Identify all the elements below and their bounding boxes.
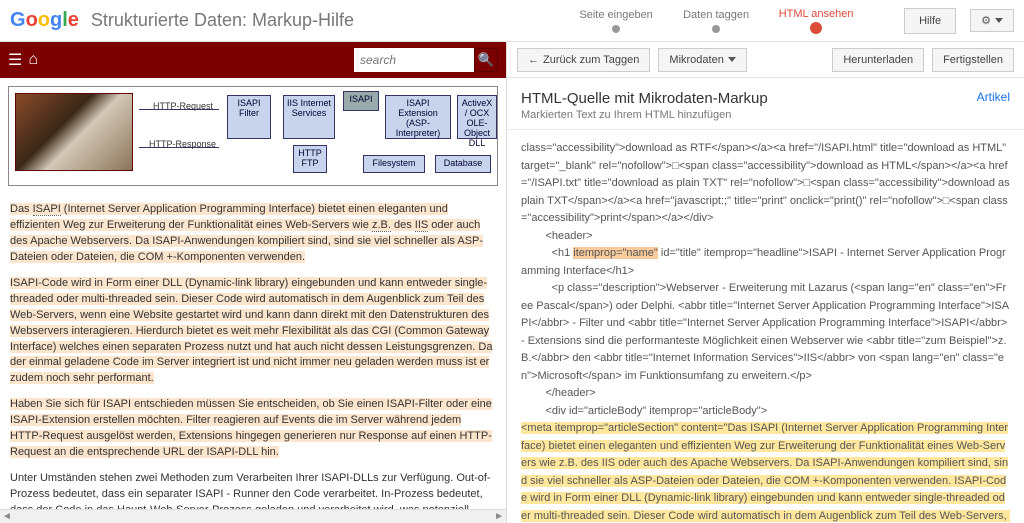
diagram-area: HTTP-Request HTTP-Response ISAPI Filter … [0, 78, 506, 194]
output-toolbar: ←Zurück zum Taggen Mikrodaten Herunterla… [507, 42, 1024, 78]
menu-icon[interactable]: ☰ [8, 50, 22, 70]
arrow-left-icon: ← [528, 54, 539, 66]
stepper: Seite eingeben Daten taggen HTML ansehen [566, 8, 866, 34]
box-isapi-ext: ISAPI Extension (ASP-Interpreter) [385, 95, 451, 139]
html-output-panel: ←Zurück zum Taggen Mikrodaten Herunterla… [506, 42, 1024, 523]
settings-button[interactable]: ⚙ [970, 9, 1014, 32]
home-icon[interactable]: ⌂ [28, 51, 38, 69]
preview-panel: ☰ ⌂ 🔍 HTTP-Request HTTP-Response ISAPI F… [0, 42, 506, 523]
output-title: HTML-Quelle mit Mikrodaten-Markup [521, 90, 768, 107]
download-button[interactable]: Herunterladen [832, 48, 924, 72]
chevron-down-icon [995, 18, 1003, 23]
box-filesystem: Filesystem [363, 155, 425, 173]
horizontal-scrollbar[interactable]: ◄ ► [0, 509, 506, 523]
google-logo: Google [10, 9, 79, 32]
highlighted-text[interactable]: Das ISAPI (Internet Server Application P… [10, 203, 483, 263]
gear-icon: ⚙ [981, 14, 991, 27]
output-header: HTML-Quelle mit Mikrodaten-Markup Markie… [507, 78, 1024, 130]
hero-image [15, 93, 133, 171]
step-1: Seite eingeben [566, 9, 666, 33]
microdata-dropdown[interactable]: Mikrodaten [658, 48, 746, 72]
step-2: Daten taggen [666, 9, 766, 33]
search-input[interactable] [354, 48, 474, 72]
highlighted-text-2[interactable]: ISAPI-Code wird in Form einer DLL (Dynam… [10, 277, 492, 385]
output-subtitle: Markierten Text zu Ihrem HTML hinzufügen [521, 109, 768, 121]
article-section-highlight: <meta itemprop="articleSection" content=… [521, 422, 1010, 523]
box-isapi: ISAPI [343, 91, 379, 111]
top-bar: Google Strukturierte Daten: Markup-Hilfe… [0, 0, 1024, 42]
box-activex: ActiveX / OCX OLE-Object DLL [457, 95, 497, 139]
scroll-left-icon[interactable]: ◄ [2, 511, 12, 522]
search-icon: 🔍 [478, 52, 495, 68]
itemprop-name-highlight: itemprop="name" [573, 247, 658, 259]
article-content: Das ISAPI (Internet Server Application P… [0, 194, 506, 523]
chevron-down-icon [728, 57, 736, 62]
scroll-right-icon[interactable]: ► [494, 511, 504, 522]
box-isapi-filter: ISAPI Filter [227, 95, 271, 139]
box-iis: IIS Internet Services [283, 95, 335, 139]
search-button[interactable]: 🔍 [474, 48, 498, 72]
article-link[interactable]: Artikel [977, 90, 1010, 104]
code-output[interactable]: class="accessibility">download as RTF</s… [507, 130, 1024, 523]
finish-button[interactable]: Fertigstellen [932, 48, 1014, 72]
highlighted-text-3[interactable]: Haben Sie sich für ISAPI entschieden müs… [10, 398, 492, 458]
box-http-ftp: HTTP FTP [293, 145, 327, 173]
tool-title: Strukturierte Daten: Markup-Hilfe [91, 10, 354, 31]
step-3: HTML ansehen [766, 8, 866, 34]
back-button[interactable]: ←Zurück zum Taggen [517, 48, 650, 72]
help-button[interactable]: Hilfe [904, 8, 956, 34]
box-database: Database [435, 155, 491, 173]
site-header: ☰ ⌂ 🔍 [0, 42, 506, 78]
